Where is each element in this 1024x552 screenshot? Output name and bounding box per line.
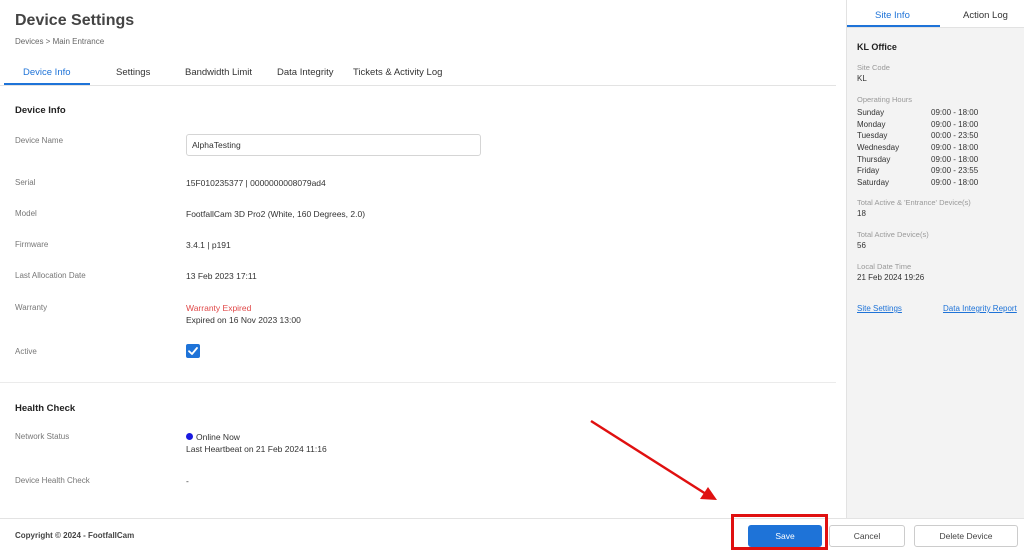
page-title: Device Settings bbox=[15, 12, 135, 29]
hours-row: Thursday 09:00 - 18:00 bbox=[857, 154, 979, 164]
last-allocation-value: 13 Feb 2023 17:11 bbox=[186, 271, 257, 281]
total-active-entrance-value: 18 bbox=[857, 209, 866, 218]
total-active-value: 56 bbox=[857, 241, 866, 250]
hours-row: Friday 09:00 - 23:55 bbox=[857, 166, 979, 176]
local-time-label: Local Date Time bbox=[857, 262, 912, 271]
warranty-detail: Expired on 16 Nov 2023 13:00 bbox=[186, 315, 301, 325]
operating-hours-label: Operating Hours bbox=[857, 95, 913, 104]
tab-bar: Device Info Settings Bandwidth Limit Dat… bbox=[0, 62, 836, 86]
hours-row: Saturday 09:00 - 18:00 bbox=[857, 178, 979, 188]
copyright: Copyright © 2024 - FootfallCam bbox=[15, 531, 135, 540]
device-name-label: Device Name bbox=[15, 136, 64, 145]
active-label: Active bbox=[15, 347, 37, 356]
total-active-entrance-label: Total Active & 'Entrance' Device(s) bbox=[857, 198, 971, 207]
last-allocation-label: Last Allocation Date bbox=[15, 271, 86, 280]
online-status-dot-icon bbox=[186, 433, 193, 440]
operating-hours-list: Sunday 09:00 - 18:00 Monday 09:00 - 18:00 … bbox=[857, 107, 1017, 189]
data-integrity-report-link[interactable]: Data Integrity Report bbox=[943, 304, 1017, 313]
site-code-value: KL bbox=[857, 74, 867, 83]
device-health-check-value: - bbox=[186, 476, 189, 486]
tab-site-info[interactable]: Site Info bbox=[875, 10, 910, 21]
device-health-check-label: Device Health Check bbox=[15, 476, 90, 485]
section-divider bbox=[0, 382, 836, 383]
device-info-heading: Device Info bbox=[15, 105, 66, 116]
site-settings-link[interactable]: Site Settings bbox=[857, 304, 902, 313]
hours-row: Monday 09:00 - 18:00 bbox=[857, 119, 979, 129]
tab-tickets-activity-log[interactable]: Tickets & Activity Log bbox=[353, 67, 442, 78]
tab-settings[interactable]: Settings bbox=[116, 67, 150, 78]
cancel-button[interactable]: Cancel bbox=[829, 525, 905, 547]
warranty-status: Warranty Expired bbox=[186, 303, 252, 313]
warranty-label: Warranty bbox=[15, 303, 48, 312]
tab-device-info[interactable]: Device Info bbox=[23, 67, 71, 78]
device-name-input[interactable] bbox=[186, 134, 481, 156]
last-heartbeat: Last Heartbeat on 21 Feb 2024 11:16 bbox=[186, 444, 327, 454]
hours-row: Tuesday 00:00 - 23:50 bbox=[857, 131, 979, 141]
save-highlight-box bbox=[731, 514, 828, 550]
breadcrumb[interactable]: Devices > Main Entrance bbox=[15, 37, 104, 46]
serial-label: Serial bbox=[15, 178, 36, 187]
delete-device-button[interactable]: Delete Device bbox=[914, 525, 1018, 547]
active-checkbox[interactable] bbox=[186, 344, 200, 358]
network-status-text: Online Now bbox=[196, 432, 240, 442]
checkmark-icon bbox=[188, 347, 198, 355]
hours-row: Sunday 09:00 - 18:00 bbox=[857, 108, 979, 117]
local-time-value: 21 Feb 2024 19:26 bbox=[857, 273, 925, 282]
hours-row: Wednesday 09:00 - 18:00 bbox=[857, 143, 979, 153]
tab-bandwidth-limit[interactable]: Bandwidth Limit bbox=[185, 67, 252, 78]
side-tab-bar: Site Info Action Log bbox=[847, 0, 1024, 28]
total-active-label: Total Active Device(s) bbox=[857, 230, 929, 239]
site-info-panel: Site Info Action Log KL Office Site Code… bbox=[846, 0, 1024, 518]
serial-value: 15F010235377 | 0000000008079ad4 bbox=[186, 178, 326, 188]
network-status-value: Online Now bbox=[186, 432, 240, 442]
firmware-value: 3.4.1 | p191 bbox=[186, 240, 231, 250]
health-check-heading: Health Check bbox=[15, 403, 76, 414]
footer-bar: Copyright © 2024 - FootfallCam Save Canc… bbox=[0, 518, 1024, 552]
site-name: KL Office bbox=[857, 42, 897, 52]
main-panel: Device Settings Devices > Main Entrance … bbox=[0, 0, 836, 552]
site-code-label: Site Code bbox=[857, 63, 890, 72]
model-value: FootfallCam 3D Pro2 (White, 160 Degrees,… bbox=[186, 209, 366, 219]
tab-data-integrity[interactable]: Data Integrity bbox=[277, 67, 334, 78]
tab-action-log[interactable]: Action Log bbox=[963, 10, 1008, 21]
side-active-tab-indicator bbox=[847, 25, 940, 27]
firmware-label: Firmware bbox=[15, 240, 49, 249]
active-tab-indicator bbox=[4, 83, 90, 85]
model-label: Model bbox=[15, 209, 37, 218]
network-status-label: Network Status bbox=[15, 432, 70, 441]
